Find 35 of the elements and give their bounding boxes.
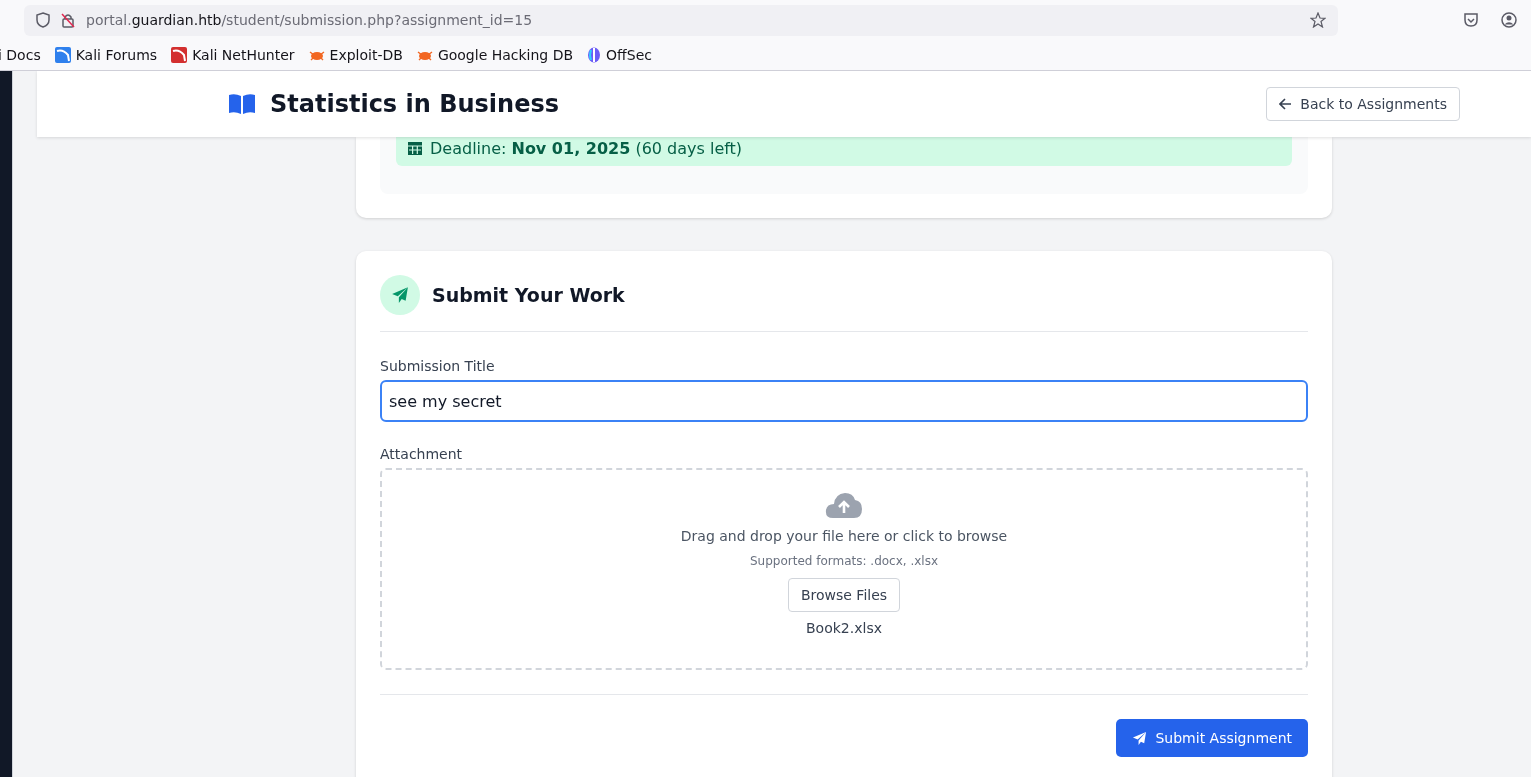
shield-icon	[36, 12, 50, 28]
account-icon[interactable]	[1501, 12, 1517, 28]
star-icon[interactable]	[1310, 12, 1326, 28]
field-label: Attachment	[380, 446, 464, 462]
offsec-logo-icon	[587, 47, 602, 63]
back-button[interactable]: Back to Assignments	[1266, 87, 1460, 121]
paper-plane-icon	[391, 286, 409, 304]
bug-icon	[416, 49, 433, 61]
page-title: Statistics in Business	[270, 90, 559, 118]
deadline-text: Deadline: Nov 01, 2025 (60 days left)	[430, 139, 743, 158]
browse-files-button[interactable]: Browse Files	[787, 578, 901, 612]
bookmark-item[interactable]: Kali NetHunter	[171, 47, 295, 63]
bug-icon	[308, 49, 325, 61]
address-bar[interactable]: portal.guardian.htb/student/submission.php?assignment_id=15	[24, 4, 1338, 36]
left-arrow-icon	[1279, 98, 1293, 110]
open-book-icon	[228, 93, 256, 115]
card-title: Submit Your Work	[432, 284, 625, 306]
submit-button[interactable]: Submit Assignment	[1116, 719, 1308, 757]
title-input-field[interactable]: see my secret	[380, 380, 1308, 422]
bookmark-item[interactable]: Exploit-DB	[308, 47, 403, 63]
drop-hint-text: Drag and drop your file here or click to browse	[680, 528, 1008, 544]
bookmark-item[interactable]: Google Hacking DB	[416, 47, 574, 63]
bookmark-item[interactable]: i Docs	[0, 47, 41, 63]
bookmark-item[interactable]: Kali Forums	[54, 47, 158, 63]
formats-text: Supported formats: .docx, .xlsx	[749, 554, 939, 568]
cloud-upload-icon	[825, 492, 863, 518]
file-name: Book2.xlsx	[806, 620, 882, 636]
url-text[interactable]: portal.guardian.htb/student/submission.php?assignment_id=15	[86, 12, 1300, 28]
calendar-icon	[408, 142, 422, 155]
bookmark-item[interactable]: OffSec	[587, 47, 652, 63]
file-drop-zone[interactable]: Drag and drop your file here or click to browse Supported formats: .docx, .xlsx Browse Files Book2.xlsx	[380, 468, 1308, 670]
field-label: Submission Title	[380, 358, 496, 374]
paper-plane-icon	[1132, 730, 1148, 746]
pocket-icon[interactable]	[1463, 12, 1479, 28]
insecure-lock-icon	[60, 12, 76, 28]
